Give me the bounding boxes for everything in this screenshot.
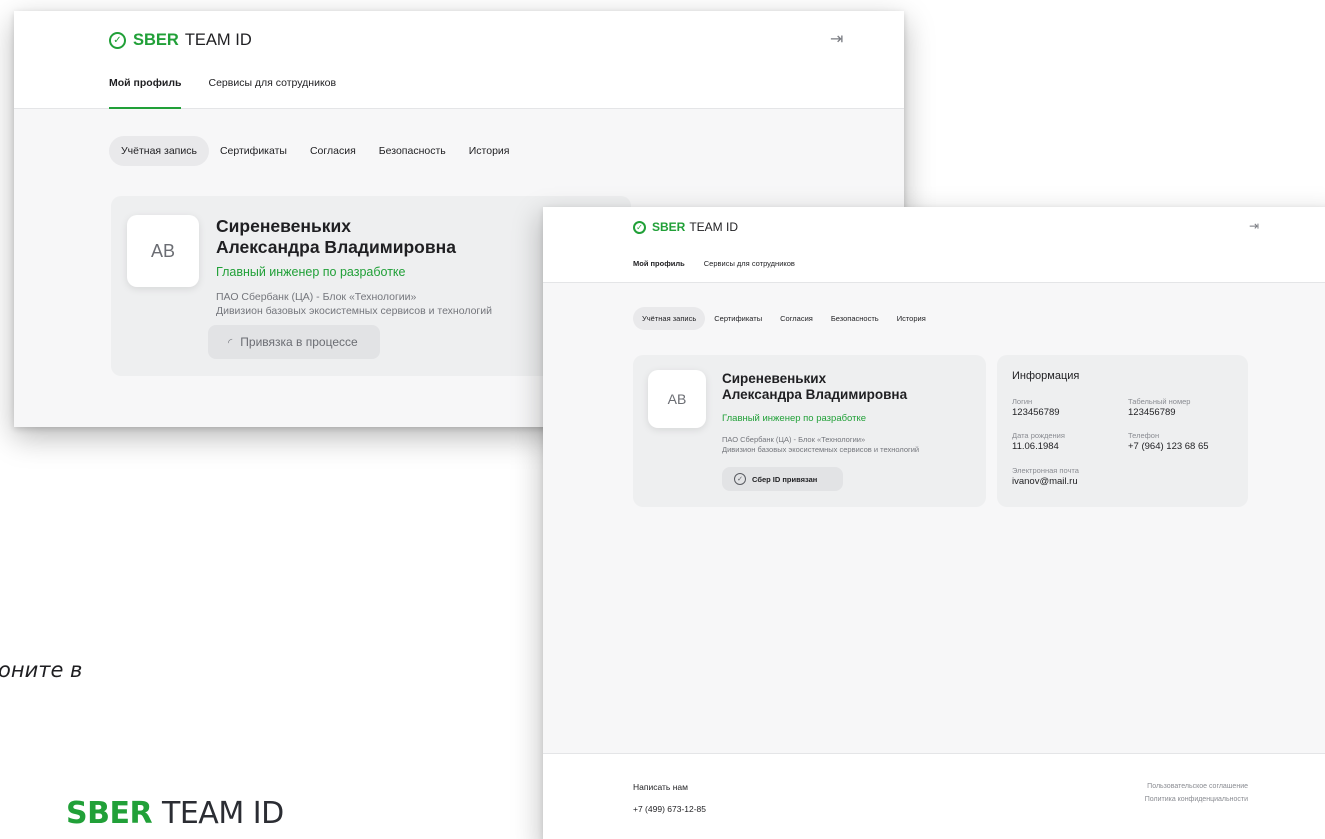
tab-consents[interactable]: Согласия [771,307,822,330]
nav-employee-services[interactable]: Сервисы для сотрудников [704,259,795,268]
brand-team-text: TEAM ID [162,796,284,831]
field-email-label: Электронная почта [1012,466,1079,475]
sber-id-linked-button[interactable]: ✓ Сбер ID привязан [722,467,843,491]
field-tab-number-label: Табельный номер [1128,397,1191,406]
logo-sber-text: SBER [652,220,686,234]
field-email-value: ivanov@mail.ru [1012,476,1078,487]
app-header: ✓ SBER TEAM ID ⇥ Мой профиль Сервисы для… [543,207,1325,285]
field-birth-date-value: 11.06.1984 [1012,441,1059,452]
profile-tabs: Учётная запись Сертификаты Согласия Безо… [633,307,935,330]
background-brand-logo: SBER TEAM ID [66,796,284,831]
field-birth-date-label: Дата рождения [1012,431,1065,440]
binding-status-label: Привязка в процессе [240,335,358,349]
org-line-2: Дивизион базовых экосистемных сервисов и… [722,444,920,454]
app-logo[interactable]: ✓ SBER TEAM ID [633,220,738,234]
logo-team-text: TEAM ID [689,220,739,234]
logout-icon[interactable]: ⇥ [1249,219,1259,233]
org-line-1: ПАО Сбербанк (ЦА) - Блок «Технологии» [216,291,417,303]
profile-given-names: Александра Владимировна [216,237,456,258]
window-profile-linked: ✓ SBER TEAM ID ⇥ Мой профиль Сервисы для… [543,207,1325,839]
tab-account[interactable]: Учётная запись [109,136,209,166]
app-header: ✓ SBER TEAM ID ⇥ Мой профиль Сервисы для… [14,11,904,109]
tab-security[interactable]: Безопасность [822,307,888,330]
profile-role: Главный инженер по разработке [722,413,867,424]
org-line-2: Дивизион базовых экосистемных сервисов и… [216,304,492,317]
profile-surname: Сиреневеньких [722,371,827,386]
logo-team-text: TEAM ID [184,31,252,49]
logo-sber-text: SBER [133,31,179,49]
spinner-icon: ◜ [228,336,233,349]
profile-full-name: Сиреневеньких Александра Владимировна [216,216,456,259]
footer-user-agreement-link[interactable]: Пользовательское соглашение [1147,783,1248,790]
profile-surname: Сиреневеньких [216,216,351,236]
main-nav: Мой профиль Сервисы для сотрудников [109,77,363,109]
tab-security[interactable]: Безопасность [367,136,458,166]
check-circle-icon: ✓ [109,32,126,49]
main-content: Учётная запись Сертификаты Согласия Безо… [543,283,1325,753]
field-birth-date: Дата рождения 11.06.1984 [1012,431,1065,452]
field-email: Электронная почта ivanov@mail.ru [1012,466,1079,487]
profile-given-names: Александра Владимировна [722,387,908,403]
app-logo[interactable]: ✓ SBER TEAM ID [109,31,252,50]
binding-status-button[interactable]: ◜ Привязка в процессе [208,325,380,359]
field-login: Логин 123456789 [1012,397,1060,418]
avatar: АВ [648,370,706,428]
logout-icon[interactable]: ⇥ [830,29,843,49]
brand-sber-text: SBER [66,796,153,831]
nav-my-profile[interactable]: Мой профиль [109,77,182,109]
tab-consents[interactable]: Согласия [298,136,368,166]
profile-card: АВ Сиреневеньких Александра Владимировна… [633,355,986,507]
nav-employee-services[interactable]: Сервисы для сотрудников [208,77,336,89]
avatar: АВ [127,215,199,287]
footer-write-us-link[interactable]: Написать нам [633,782,688,792]
org-line-1: ПАО Сбербанк (ЦА) - Блок «Технологии» [722,435,866,444]
tab-history[interactable]: История [457,136,522,166]
background-partial-text: оните в [0,658,83,682]
profile-tabs: Учётная запись Сертификаты Согласия Безо… [109,136,520,166]
check-circle-icon: ✓ [633,220,646,234]
field-phone-value: +7 (964) 123 68 65 [1128,441,1209,452]
nav-my-profile[interactable]: Мой профиль [633,259,685,285]
field-login-value: 123456789 [1012,407,1060,418]
main-nav: Мой профиль Сервисы для сотрудников [633,259,814,285]
profile-organization: ПАО Сбербанк (ЦА) - Блок «Технологии» Ди… [216,291,492,318]
check-circle-icon: ✓ [734,473,746,485]
profile-organization: ПАО Сбербанк (ЦА) - Блок «Технологии» Ди… [722,435,919,455]
field-phone: Телефон +7 (964) 123 68 65 [1128,431,1209,452]
field-tab-number-value: 123456789 [1128,407,1176,418]
tab-account[interactable]: Учётная запись [633,307,706,330]
info-title: Информация [1012,370,1080,382]
app-footer: Написать нам +7 (499) 673-12-85 Пользова… [543,753,1325,839]
tab-history[interactable]: История [888,307,935,330]
profile-full-name: Сиреневеньких Александра Владимировна [722,371,907,404]
tab-certificates[interactable]: Сертификаты [208,136,299,166]
tab-certificates[interactable]: Сертификаты [705,307,771,330]
field-phone-label: Телефон [1128,431,1160,440]
field-login-label: Логин [1012,397,1033,406]
footer-privacy-policy-link[interactable]: Политика конфиденциальности [1145,796,1248,803]
info-card: Информация Логин 123456789 Табельный ном… [997,355,1248,507]
profile-role: Главный инженер по разработке [216,265,406,279]
field-tab-number: Табельный номер 123456789 [1128,397,1190,418]
sber-id-linked-label: Сбер ID привязан [752,474,818,484]
footer-phone-link[interactable]: +7 (499) 673-12-85 [633,804,706,814]
